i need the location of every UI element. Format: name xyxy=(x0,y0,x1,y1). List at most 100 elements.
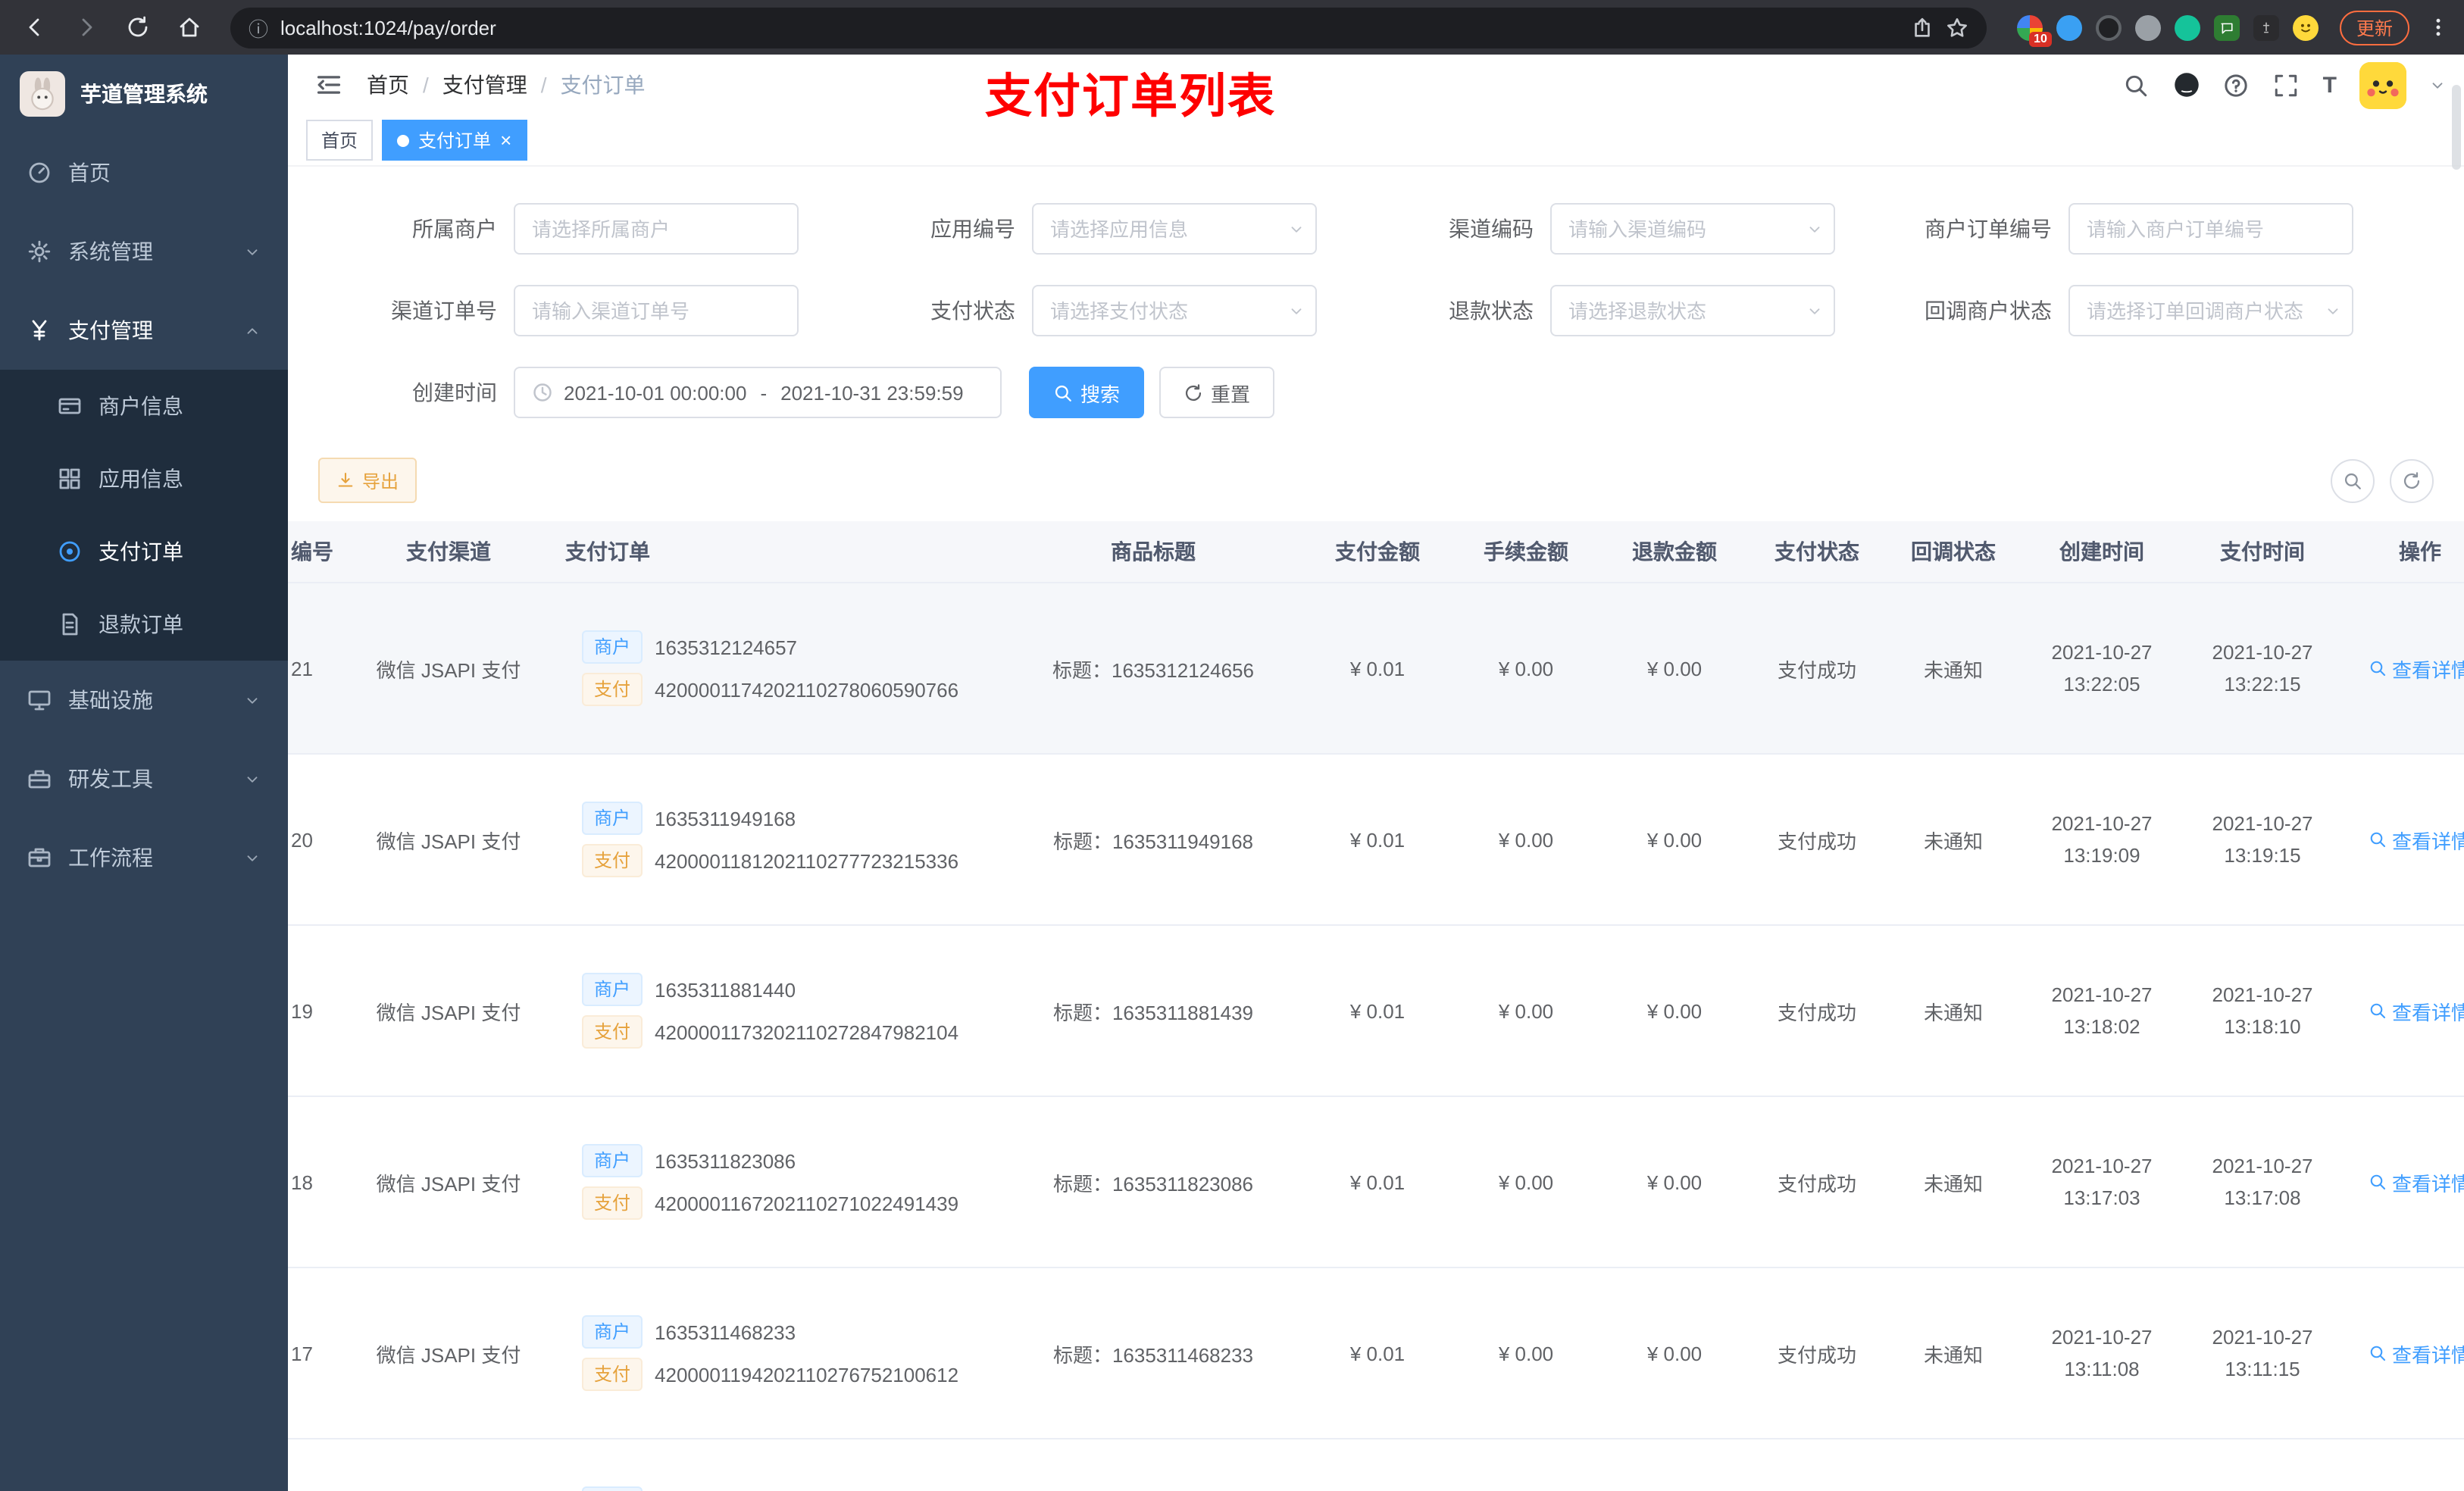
address-bar[interactable]: ⓘ localhost:1024/pay/order xyxy=(230,7,1987,48)
chevron-down-icon xyxy=(1806,220,1823,237)
extension-badge: 10 xyxy=(2029,31,2052,46)
refresh-icon[interactable] xyxy=(2390,458,2434,502)
drop-extension-icon[interactable] xyxy=(2056,14,2082,40)
back-icon[interactable] xyxy=(15,8,55,47)
create-time-range-picker[interactable]: 2021-10-01 00:00:00 - 2021-10-31 23:59:5… xyxy=(514,367,1002,418)
sidebar-item-merchant-info[interactable]: 商户信息 xyxy=(0,370,288,442)
sidebar-item-label: 基础设施 xyxy=(68,688,153,712)
view-detail-link[interactable]: 查看详情 xyxy=(2369,1339,2464,1368)
filter-label: 创建时间 xyxy=(412,380,497,405)
help-icon[interactable] xyxy=(2223,71,2250,98)
bookmark-star-icon[interactable] xyxy=(1946,16,1968,39)
sidebar-item-app-info[interactable]: 应用信息 xyxy=(0,442,288,515)
sidebar-item-payment[interactable]: 支付管理 xyxy=(0,291,288,370)
grammarly-extension-icon[interactable] xyxy=(2174,14,2200,40)
cell-created: 2021-10-27 13:19:09 xyxy=(2022,754,2182,926)
navbar-actions: T xyxy=(2123,61,2446,108)
site-info-icon[interactable]: ⓘ xyxy=(249,13,268,42)
sidebar-item-devtools[interactable]: 研发工具 xyxy=(0,739,288,818)
cell-channel xyxy=(333,1439,564,1491)
notify-status-input[interactable] xyxy=(2087,299,2335,322)
tab-pay-order[interactable]: 支付订单 × xyxy=(382,120,527,161)
smiley-extension-icon[interactable] xyxy=(2292,14,2319,40)
cell-title: 标题：1635311468233 xyxy=(1003,1268,1303,1439)
pay-status-select[interactable] xyxy=(1032,285,1317,336)
reset-button[interactable]: 重置 xyxy=(1159,367,1275,418)
cell-paid: 2021-10-27 13:11:15 xyxy=(2182,1268,2343,1439)
pay-status-input[interactable] xyxy=(1050,299,1299,322)
reload-icon[interactable] xyxy=(118,8,158,47)
app-select[interactable] xyxy=(1032,203,1317,255)
chat-extension-icon[interactable] xyxy=(2213,14,2240,40)
search-icon[interactable] xyxy=(2123,71,2150,98)
share-icon[interactable] xyxy=(1911,16,1934,39)
sidebar-item-pay-order[interactable]: 支付订单 xyxy=(0,515,288,588)
view-detail-link[interactable]: 查看详情 xyxy=(2369,825,2464,854)
view-detail-link[interactable]: 查看详情 xyxy=(2369,996,2464,1025)
sidebar-item-home[interactable]: 首页 xyxy=(0,133,288,212)
breadcrumb-item[interactable]: 支付管理 xyxy=(442,70,527,100)
export-button-label: 导出 xyxy=(362,470,399,492)
home-icon[interactable] xyxy=(170,8,209,47)
fullscreen-icon[interactable] xyxy=(2273,71,2300,98)
browser-menu-icon[interactable] xyxy=(2428,17,2449,38)
channel-order-no-input[interactable] xyxy=(532,299,780,322)
filter-group-channel-order-no: 渠道订单号 xyxy=(318,285,836,336)
chevron-down-icon xyxy=(1288,302,1305,319)
channel-order-no-field[interactable] xyxy=(514,285,799,336)
cell-action: 查看详情 xyxy=(2343,925,2464,1097)
export-button[interactable]: 导出 xyxy=(318,458,417,503)
payment-submenu: 商户信息 应用信息 支付订单 退款订单 xyxy=(0,370,288,661)
date-start: 2021-10-01 00:00:00 xyxy=(564,381,747,404)
app-logo[interactable]: 芋道管理系统 xyxy=(0,55,288,133)
sidebar-item-system[interactable]: 系统管理 xyxy=(0,212,288,291)
scrollbar-thumb[interactable] xyxy=(2452,85,2461,170)
url-text[interactable]: localhost:1024/pay/order xyxy=(280,16,1899,39)
gray-extension-icon[interactable] xyxy=(2134,14,2161,40)
sidebar-item-infra[interactable]: 基础设施 xyxy=(0,661,288,739)
pin-extension-icon[interactable] xyxy=(2253,14,2279,40)
browser-update-button[interactable]: 更新 xyxy=(2339,10,2409,45)
dark-extension-icon[interactable] xyxy=(2095,14,2122,40)
sidebar-toggle-icon[interactable] xyxy=(306,62,352,108)
user-avatar[interactable] xyxy=(2359,61,2406,108)
sidebar-item-refund-order[interactable]: 退款订单 xyxy=(0,588,288,661)
extensions-row: 10 xyxy=(2016,14,2319,46)
forward-icon[interactable] xyxy=(67,8,106,47)
date-end: 2021-10-31 23:59:59 xyxy=(780,381,964,404)
app-input[interactable] xyxy=(1050,217,1299,240)
channel-code-input[interactable] xyxy=(1568,217,1817,240)
refund-status-select[interactable] xyxy=(1550,285,1835,336)
cell-created: 2021-10-27 13:18:02 xyxy=(2022,925,2182,1097)
refund-status-input[interactable] xyxy=(1568,299,1817,322)
breadcrumb-item[interactable]: 首页 xyxy=(367,70,409,100)
view-detail-link[interactable]: 查看详情 xyxy=(2369,654,2464,683)
github-icon[interactable] xyxy=(2173,71,2200,98)
filter-form: 所属商户 应用编号 渠道编码 商户订单编号 xyxy=(288,167,2464,449)
font-size-icon[interactable]: T xyxy=(2323,72,2337,98)
merchant-order-no-input[interactable] xyxy=(2087,217,2335,240)
extensions-icon[interactable]: 10 xyxy=(2016,14,2052,46)
view-detail-link[interactable]: 查看详情 xyxy=(2369,1167,2464,1196)
close-icon[interactable]: × xyxy=(500,130,511,150)
cell-paid: 2021-10-27 13:18:10 xyxy=(2182,925,2343,1097)
column-header: 商品标题 xyxy=(1003,521,1303,583)
merchant-order-no: 1635311823086 xyxy=(655,1149,796,1172)
merchant-input[interactable] xyxy=(532,217,780,240)
sidebar-item-workflow[interactable]: 工作流程 xyxy=(0,818,288,897)
toggle-search-icon[interactable] xyxy=(2331,458,2375,502)
column-header: 回调状态 xyxy=(1885,521,2022,583)
merchant-select[interactable] xyxy=(514,203,799,255)
notify-status-select[interactable] xyxy=(2068,285,2353,336)
search-button[interactable]: 搜索 xyxy=(1029,367,1145,418)
merchant-tag: 商户 xyxy=(582,802,643,835)
tab-home[interactable]: 首页 xyxy=(306,120,374,161)
cell-title: 标题：1635311881439 xyxy=(1003,925,1303,1097)
navbar: 首页 / 支付管理 / 支付订单 支付订单列表 T xyxy=(288,55,2464,123)
cell-created xyxy=(2022,1439,2182,1491)
filter-row: 渠道订单号 支付状态 退款状态 回调商户状态 xyxy=(318,285,2434,336)
avatar-caret-icon[interactable] xyxy=(2429,77,2446,93)
channel-code-select[interactable] xyxy=(1550,203,1835,255)
merchant-order-no-field[interactable] xyxy=(2068,203,2353,255)
merchant-order-no: 1635311949168 xyxy=(655,807,796,830)
